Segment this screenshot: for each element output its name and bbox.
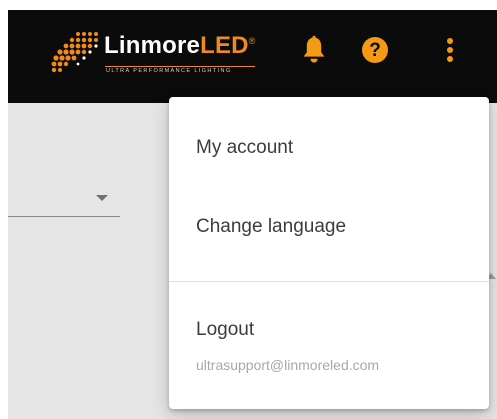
brand-tagline: ULTRA PERFORMANCE LIGHTING (106, 68, 232, 74)
user-email: ultrasupport@linmoreled.com (196, 357, 380, 373)
more-options-button[interactable] (434, 34, 466, 66)
help-icon: ? (362, 37, 388, 63)
user-dropdown-menu: My account Change language Logout ultras… (169, 97, 489, 409)
brand-name: LinmoreLED® (104, 32, 256, 60)
dropdown-arrow-icon[interactable] (96, 195, 108, 201)
top-header-bar: LinmoreLED® ULTRA PERFORMANCE LIGHTING ? (8, 10, 497, 103)
brand-name-part2: LED (200, 32, 249, 59)
app-window: LinmoreLED® ULTRA PERFORMANCE LIGHTING ? (8, 10, 497, 419)
registered-mark: ® (248, 36, 256, 46)
linmore-led-logo[interactable]: LinmoreLED® ULTRA PERFORMANCE LIGHTING (48, 28, 278, 76)
more-vertical-icon (447, 38, 453, 62)
select-underline (8, 216, 120, 217)
menu-item-my-account[interactable]: My account (196, 137, 293, 159)
brand-name-part1: Linmore (104, 32, 201, 59)
menu-divider (169, 281, 489, 282)
bell-icon (303, 35, 325, 63)
help-button[interactable]: ? (359, 34, 391, 66)
menu-item-logout[interactable]: Logout (196, 319, 254, 341)
menu-item-change-language[interactable]: Change language (196, 216, 346, 238)
notifications-button[interactable] (298, 34, 330, 66)
led-grid-logo-icon (51, 32, 98, 73)
logo-underline (105, 66, 255, 67)
